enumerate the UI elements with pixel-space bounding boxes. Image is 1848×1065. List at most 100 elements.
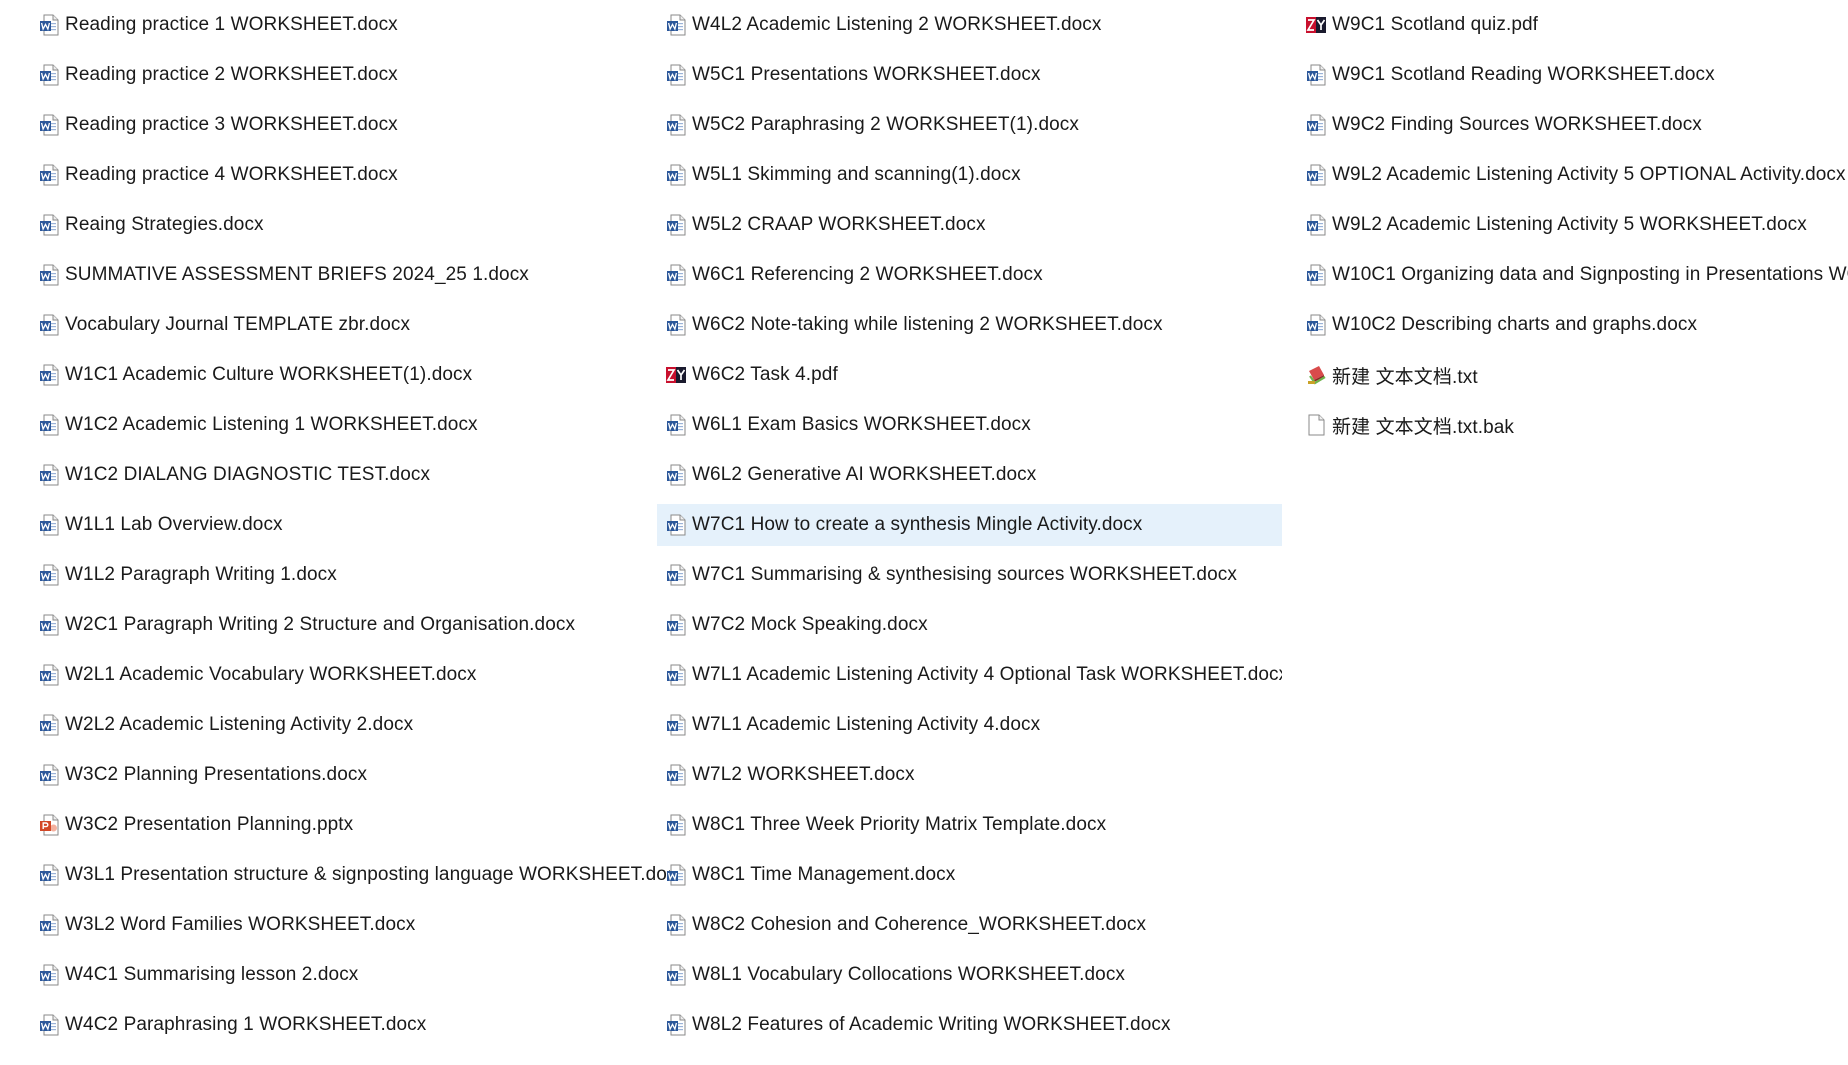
file-name-label: W9C2 Finding Sources WORKSHEET.docx [1332, 114, 1702, 135]
file-column-3: W9C1 Scotland quiz.pdf W9C1 Scotland Read… [1297, 0, 1848, 450]
file-item[interactable]: W8L1 Vocabulary Collocations WORKSHEET.d… [657, 950, 1282, 1000]
file-item[interactable]: W1C1 Academic Culture WORKSHEET(1).docx [30, 350, 670, 400]
file-item[interactable]: W6L2 Generative AI WORKSHEET.docx [657, 450, 1282, 500]
file-item[interactable]: W8L2 Features of Academic Writing WORKSH… [657, 1000, 1282, 1050]
file-item[interactable]: W9L2 Academic Listening Activity 5 WORKS… [1297, 200, 1848, 250]
file-item[interactable]: Reaing Strategies.docx [30, 200, 670, 250]
word-doc-icon [1306, 164, 1326, 186]
file-item[interactable]: W10C2 Describing charts and graphs.docx [1297, 300, 1848, 350]
pdf-zy-icon [1306, 14, 1326, 36]
file-name-label: W1C2 DIALANG DIAGNOSTIC TEST.docx [65, 464, 431, 485]
file-item[interactable]: W1C2 Academic Listening 1 WORKSHEET.docx [30, 400, 670, 450]
word-doc-icon [666, 64, 686, 86]
file-name-label: W7L1 Academic Listening Activity 4.docx [692, 714, 1041, 735]
file-item[interactable]: W9C1 Scotland quiz.pdf [1297, 0, 1848, 50]
file-item[interactable]: W4C1 Summarising lesson 2.docx [30, 950, 670, 1000]
file-name-label: W4L2 Academic Listening 2 WORKSHEET.docx [692, 14, 1102, 35]
word-doc-icon [39, 564, 59, 586]
word-doc-icon [666, 614, 686, 636]
file-name-label: 新建 文本文档.txt [1332, 366, 1478, 388]
word-doc-icon [666, 914, 686, 936]
file-item[interactable]: W2L1 Academic Vocabulary WORKSHEET.docx [30, 650, 670, 700]
file-name-label: W5L1 Skimming and scanning(1).docx [692, 164, 1021, 185]
file-name-label: Reading practice 1 WORKSHEET.docx [65, 14, 398, 35]
file-item[interactable]: W3C2 Planning Presentations.docx [30, 750, 670, 800]
file-item[interactable]: W8C1 Time Management.docx [657, 850, 1282, 900]
file-item[interactable]: W2C1 Paragraph Writing 2 Structure and O… [30, 600, 670, 650]
file-item[interactable]: W6C2 Task 4.pdf [657, 350, 1282, 400]
file-item[interactable]: 新建 文本文档.txt.bak [1297, 400, 1848, 450]
file-item[interactable]: W7L1 Academic Listening Activity 4.docx [657, 700, 1282, 750]
word-doc-icon [666, 464, 686, 486]
file-item[interactable]: W1L2 Paragraph Writing 1.docx [30, 550, 670, 600]
file-item[interactable]: SUMMATIVE ASSESSMENT BRIEFS 2024_25 1.do… [30, 250, 670, 300]
word-doc-icon [39, 764, 59, 786]
file-item[interactable]: W3L2 Word Families WORKSHEET.docx [30, 900, 670, 950]
word-doc-icon [666, 264, 686, 286]
file-item[interactable]: 新建 文本文档.txt [1297, 350, 1848, 400]
file-name-label: W7L2 WORKSHEET.docx [692, 764, 915, 785]
file-name-label: W8L2 Features of Academic Writing WORKSH… [692, 1014, 1171, 1035]
file-name-label: W9C1 Scotland Reading WORKSHEET.docx [1332, 64, 1715, 85]
file-name-label: W6L2 Generative AI WORKSHEET.docx [692, 464, 1037, 485]
file-item[interactable]: W7L2 WORKSHEET.docx [657, 750, 1282, 800]
word-doc-icon [39, 414, 59, 436]
file-item[interactable]: W6C2 Note-taking while listening 2 WORKS… [657, 300, 1282, 350]
word-doc-icon [39, 514, 59, 536]
file-list-view: Reading practice 1 WORKSHEET.docx Reading… [0, 0, 1848, 1065]
file-item[interactable]: W7C2 Mock Speaking.docx [657, 600, 1282, 650]
file-item[interactable]: W5L2 CRAAP WORKSHEET.docx [657, 200, 1282, 250]
word-doc-icon [39, 714, 59, 736]
word-doc-icon [39, 114, 59, 136]
word-doc-icon [39, 864, 59, 886]
file-name-label: W1C2 Academic Listening 1 WORKSHEET.docx [65, 414, 478, 435]
file-name-label: W7C2 Mock Speaking.docx [692, 614, 928, 635]
word-doc-icon [1306, 214, 1326, 236]
file-item[interactable]: W8C1 Three Week Priority Matrix Template… [657, 800, 1282, 850]
file-name-label: W10C1 Organizing data and Signposting in… [1332, 264, 1848, 285]
file-name-label: W5C1 Presentations WORKSHEET.docx [692, 64, 1041, 85]
word-doc-icon [666, 414, 686, 436]
file-item[interactable]: W4C2 Paraphrasing 1 WORKSHEET.docx [30, 1000, 670, 1050]
file-name-label: W9C1 Scotland quiz.pdf [1332, 14, 1539, 35]
word-doc-icon [666, 764, 686, 786]
file-item[interactable]: W7C1 Summarising & synthesising sources … [657, 550, 1282, 600]
file-item[interactable]: Reading practice 3 WORKSHEET.docx [30, 100, 670, 150]
word-doc-icon [666, 514, 686, 536]
file-item[interactable]: Reading practice 2 WORKSHEET.docx [30, 50, 670, 100]
file-item[interactable]: W9C2 Finding Sources WORKSHEET.docx [1297, 100, 1848, 150]
file-name-label: W6C1 Referencing 2 WORKSHEET.docx [692, 264, 1043, 285]
word-doc-icon [39, 264, 59, 286]
file-item[interactable]: W5C2 Paraphrasing 2 WORKSHEET(1).docx [657, 100, 1282, 150]
text-editor-icon [1306, 364, 1326, 386]
file-name-label: W5C2 Paraphrasing 2 WORKSHEET(1).docx [692, 114, 1079, 135]
file-name-label: W3L2 Word Families WORKSHEET.docx [65, 914, 416, 935]
file-item[interactable]: W6C1 Referencing 2 WORKSHEET.docx [657, 250, 1282, 300]
file-item[interactable]: W1L1 Lab Overview.docx [30, 500, 670, 550]
word-doc-icon [39, 614, 59, 636]
file-item-selected[interactable]: W7C1 How to create a synthesis Mingle Ac… [657, 500, 1282, 550]
word-doc-icon [666, 114, 686, 136]
file-item[interactable]: W2L2 Academic Listening Activity 2.docx [30, 700, 670, 750]
file-item[interactable]: W7L1 Academic Listening Activity 4 Optio… [657, 650, 1282, 700]
file-item[interactable]: W5L1 Skimming and scanning(1).docx [657, 150, 1282, 200]
file-item[interactable]: W4L2 Academic Listening 2 WORKSHEET.docx [657, 0, 1282, 50]
file-item[interactable]: W9C1 Scotland Reading WORKSHEET.docx [1297, 50, 1848, 100]
file-column-2: W4L2 Academic Listening 2 WORKSHEET.docx… [657, 0, 1282, 1050]
file-item[interactable]: W9L2 Academic Listening Activity 5 OPTIO… [1297, 150, 1848, 200]
file-item[interactable]: Vocabulary Journal TEMPLATE zbr.docx [30, 300, 670, 350]
file-name-label: W6C2 Note-taking while listening 2 WORKS… [692, 314, 1163, 335]
file-item[interactable]: W1C2 DIALANG DIAGNOSTIC TEST.docx [30, 450, 670, 500]
file-item[interactable]: W6L1 Exam Basics WORKSHEET.docx [657, 400, 1282, 450]
file-name-label: W5L2 CRAAP WORKSHEET.docx [692, 214, 986, 235]
file-item[interactable]: W5C1 Presentations WORKSHEET.docx [657, 50, 1282, 100]
word-doc-icon [39, 164, 59, 186]
file-item[interactable]: W8C2 Cohesion and Coherence_WORKSHEET.do… [657, 900, 1282, 950]
file-column-1: Reading practice 1 WORKSHEET.docx Reading… [30, 0, 670, 1050]
word-doc-icon [666, 314, 686, 336]
file-item[interactable]: W10C1 Organizing data and Signposting in… [1297, 250, 1848, 300]
file-item[interactable]: W3C2 Presentation Planning.pptx [30, 800, 670, 850]
file-item[interactable]: Reading practice 1 WORKSHEET.docx [30, 0, 670, 50]
file-item[interactable]: W3L1 Presentation structure & signpostin… [30, 850, 670, 900]
file-item[interactable]: Reading practice 4 WORKSHEET.docx [30, 150, 670, 200]
